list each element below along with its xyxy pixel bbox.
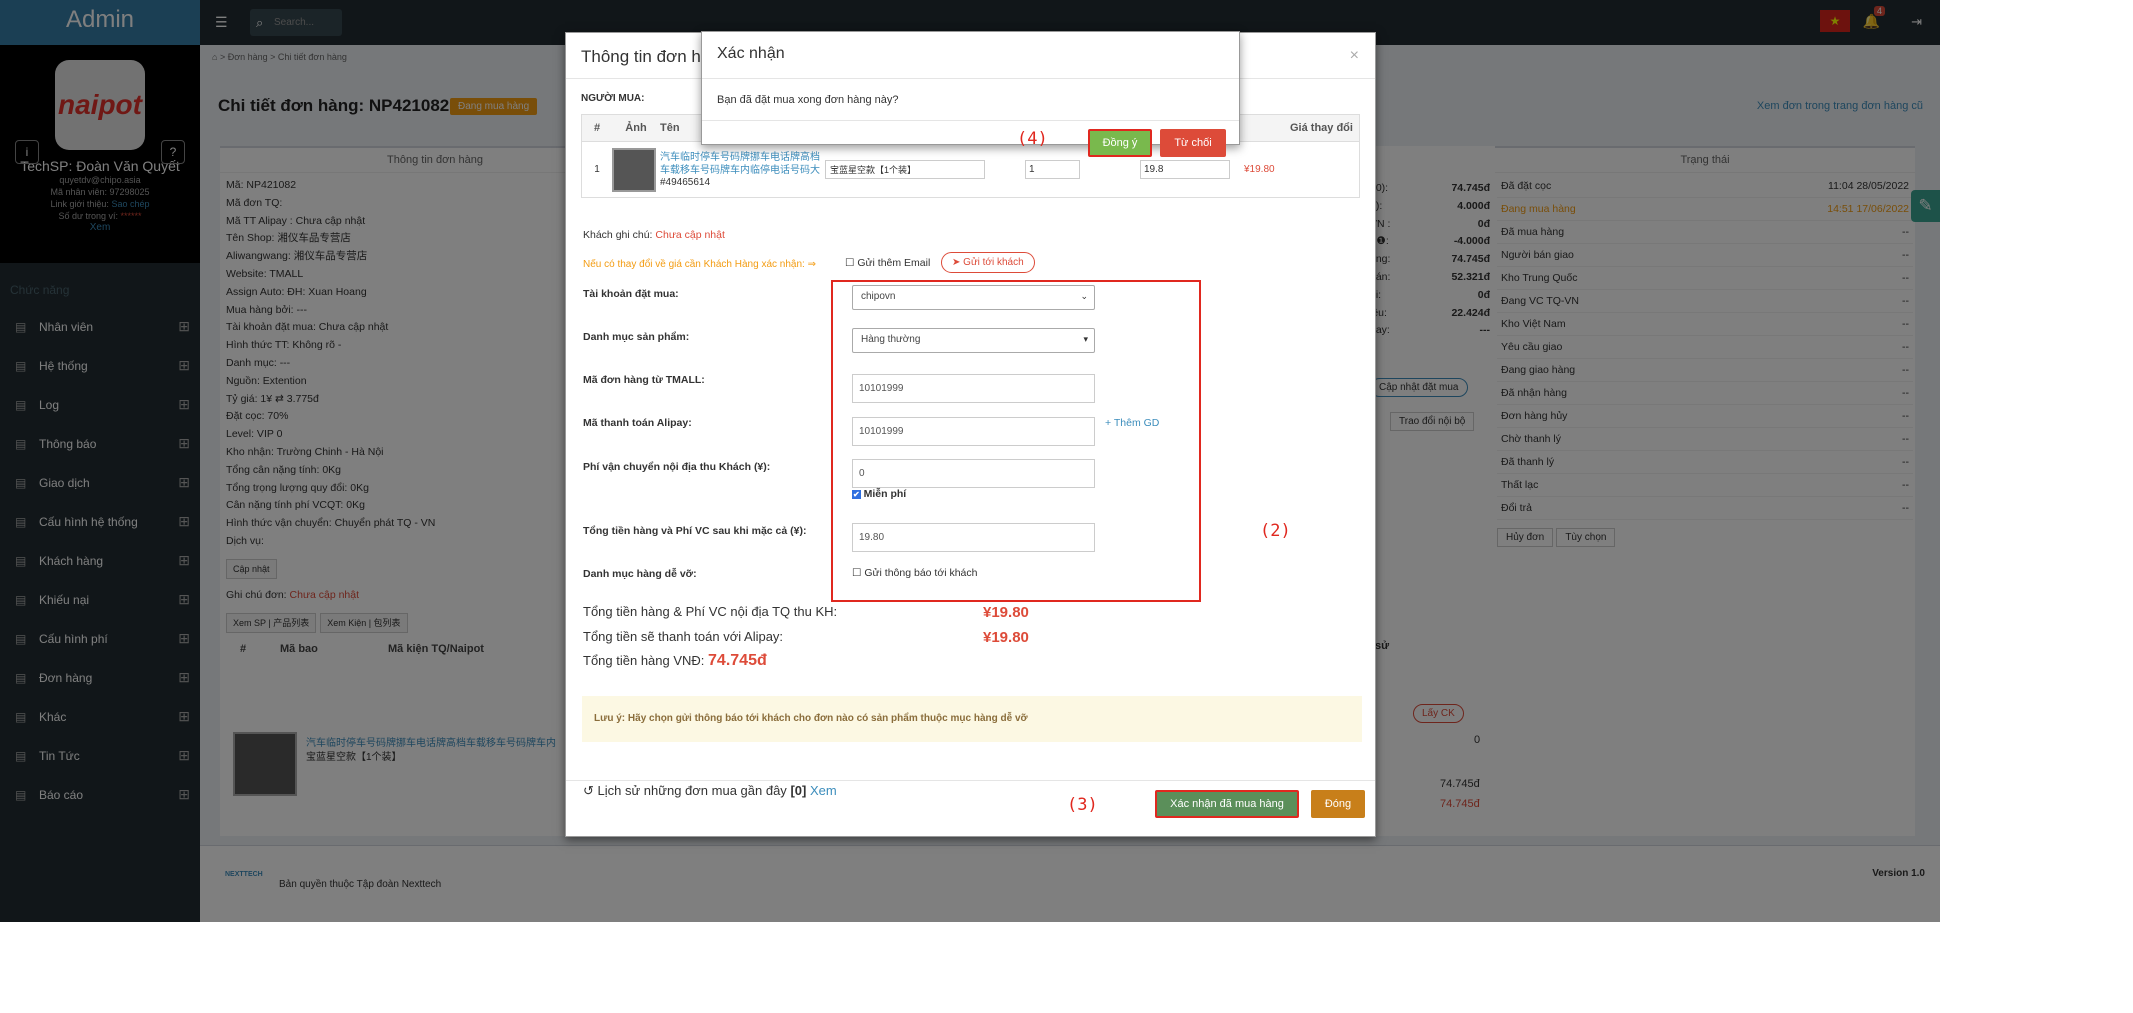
variant-cell: 宝蓝星空款【1个装】 bbox=[825, 160, 985, 179]
col-image: Ảnh bbox=[625, 122, 647, 134]
modal-footer: (3) Xác nhận đã mua hàng Đóng bbox=[566, 780, 1375, 836]
col-no: # bbox=[593, 122, 601, 134]
close-button[interactable]: Đóng bbox=[1311, 790, 1365, 818]
sum1-value: ¥19.80 bbox=[983, 604, 1029, 621]
reject-button[interactable]: Từ chối bbox=[1160, 129, 1226, 157]
col-price-change: Giá thay đổi bbox=[1290, 122, 1353, 134]
sum2-value: ¥19.80 bbox=[983, 629, 1029, 646]
total-label: Tổng tiền hàng và Phí VC sau khi mặc cả … bbox=[583, 525, 807, 537]
alipay-label: Mã thanh toán Alipay: bbox=[583, 417, 692, 429]
account-label: Tài khoản đặt mua: bbox=[583, 288, 679, 300]
send-email-label: Gửi thêm Email bbox=[857, 257, 931, 269]
customer-note: Khách ghi chú: Chưa cập nhật bbox=[583, 229, 725, 241]
fragile-label: Danh mục hàng dễ vỡ: bbox=[583, 568, 697, 580]
product-id: #49465614 bbox=[660, 177, 711, 188]
customer-note-label: Khách ghi chú: bbox=[583, 229, 653, 241]
product-image[interactable] bbox=[612, 147, 656, 192]
tmall-label: Mã đơn hàng từ TMALL: bbox=[583, 374, 705, 386]
annotation-4: (4) bbox=[1017, 129, 1048, 149]
product-name-cell: 汽车临时停车号码牌挪车电话牌高档车载移车号码牌车内临停电话号码大全#494656… bbox=[660, 151, 825, 188]
confirm-dialog: Xác nhận Bạn đã đặt mua xong đơn hàng nà… bbox=[701, 31, 1240, 157]
category-label: Danh mục sản phẩm: bbox=[583, 331, 690, 343]
price-input[interactable]: 19.8 bbox=[1140, 160, 1230, 179]
quantity-input[interactable]: 1 bbox=[1025, 160, 1080, 179]
product-row: 1 汽车临时停车号码牌挪车电话牌高档车载移车号码牌车内临停电话号码大全#4946… bbox=[582, 141, 1359, 197]
confirm-purchased-button[interactable]: Xác nhận đã mua hàng bbox=[1155, 790, 1299, 818]
confirm-message: Bạn đã đặt mua xong đơn hàng này? bbox=[702, 79, 1239, 121]
send-customer-button[interactable]: ➤ Gửi tới khách bbox=[941, 252, 1035, 273]
fragile-warning-note: Lưu ý: Hãy chọn gửi thông báo tới khách … bbox=[582, 696, 1362, 742]
annotation-2: (2) bbox=[1260, 521, 1291, 541]
confirm-title: Xác nhận bbox=[702, 32, 1239, 79]
send-customer-label: Gửi tới khách bbox=[963, 257, 1024, 268]
product-link[interactable]: 汽车临时停车号码牌挪车电话牌高档车载移车号码牌车内临停电话号码大全 bbox=[660, 151, 825, 177]
sum3-value: 74.745đ bbox=[708, 652, 767, 669]
price-change-value: ¥19.80 bbox=[1244, 164, 1275, 175]
confirm-footer: (4) Đồng ý Từ chối bbox=[702, 121, 1239, 157]
form-highlight-box bbox=[831, 280, 1201, 602]
price-change-warning: Nếu có thay đổi về giá cần Khách Hàng xá… bbox=[583, 259, 816, 270]
customer-note-value: Chưa cập nhật bbox=[655, 229, 725, 241]
annotation-3: (3) bbox=[1067, 795, 1098, 815]
app-screen: Admin i ? naipot TechSP: Đoàn Văn Quyết … bbox=[0, 0, 1940, 922]
row-number: 1 bbox=[594, 164, 600, 175]
sum2-label: Tổng tiền sẽ thanh toán với Alipay: bbox=[583, 629, 784, 644]
product-image-cell bbox=[612, 147, 660, 192]
sum3-label: Tổng tiền hàng VNĐ: bbox=[583, 653, 705, 668]
send-email-option[interactable]: ☐ Gửi thêm Email bbox=[845, 257, 930, 269]
sum3: Tổng tiền hàng VNĐ: 74.745đ bbox=[583, 652, 767, 670]
close-icon[interactable]: × bbox=[1350, 47, 1359, 65]
agree-button[interactable]: Đồng ý bbox=[1088, 129, 1152, 157]
shipping-fee-label: Phí vận chuyển nội địa thu Khách (¥): bbox=[583, 461, 771, 473]
sum1-label: Tổng tiền hàng & Phí VC nội địa TQ thu K… bbox=[583, 604, 838, 619]
